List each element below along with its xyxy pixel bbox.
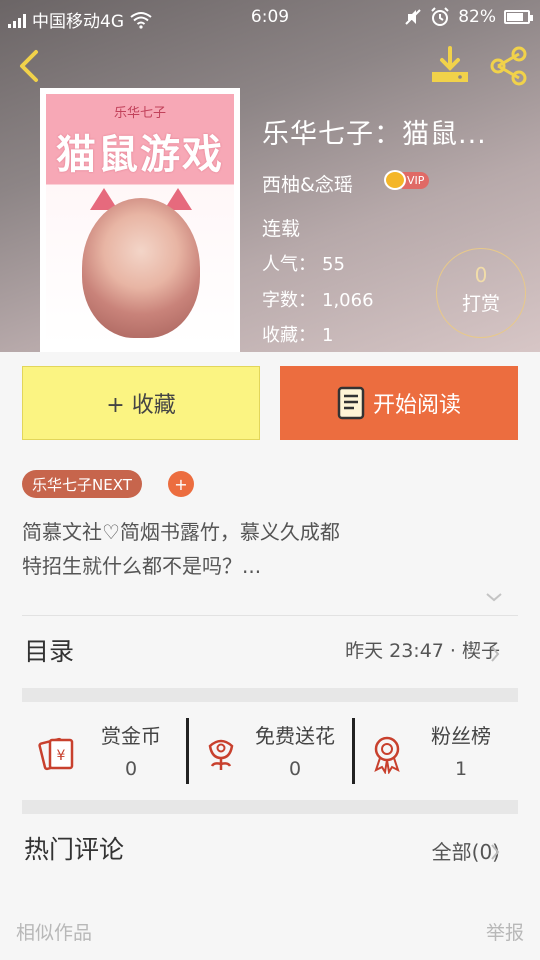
start-reading-label: 开始阅读 <box>372 393 461 418</box>
book-cover[interactable]: 乐华七子 猫鼠游戏 <box>40 88 240 352</box>
free-flower[interactable]: 免费送花 0 <box>188 716 352 786</box>
chevron-right-icon <box>491 646 500 662</box>
popularity-value: 55 <box>322 254 345 275</box>
favorites-value: 1 <box>322 325 334 346</box>
cover-art: 乐华七子 猫鼠游戏 <box>46 94 234 346</box>
share-icon[interactable] <box>488 46 530 86</box>
chevron-right-icon <box>491 844 500 860</box>
book-tag-label: 乐华七子NEXT <box>32 475 132 494</box>
status-bar: 中国移动4G 6:09 82% <box>0 0 540 38</box>
fan-ranking[interactable]: 粉丝榜 1 <box>354 716 518 786</box>
description-line-1: 简慕文社♡简烟书露竹，慕义久成都 <box>22 520 340 544</box>
medal-icon <box>374 736 400 774</box>
add-favorite-label: + 收藏 <box>106 393 176 418</box>
similar-works-link[interactable]: 相似作品 <box>16 918 92 945</box>
stat-label: 粉丝榜 <box>431 724 491 748</box>
reward-count: 0 <box>474 263 488 287</box>
add-tag-button[interactable]: + <box>168 471 194 497</box>
popularity-label: 人气： <box>262 254 316 275</box>
red-envelope-icon: ¥ <box>38 737 74 771</box>
word-count-label: 字数： <box>262 290 316 311</box>
stat-value: 0 <box>124 758 138 780</box>
cover-portrait <box>82 198 200 338</box>
alarm-icon <box>431 7 449 26</box>
back-arrow-icon[interactable] <box>12 44 48 88</box>
book-header: 中国移动4G 6:09 82% 乐华七子 猫鼠游戏 乐华七子：猫鼠... 西柚&… <box>0 0 540 352</box>
author-name[interactable]: 西柚&念瑶 <box>262 170 353 197</box>
reward-label: 打赏 <box>461 293 500 315</box>
status-right: 82% <box>404 7 533 27</box>
favorites-label: 收藏： <box>262 325 316 346</box>
add-favorite-button[interactable]: + 收藏 <box>22 366 260 440</box>
serial-status: 连载 <box>262 218 301 240</box>
plus-icon: + <box>174 474 188 494</box>
cover-title-text: 猫鼠游戏 <box>56 131 224 178</box>
word-count-row: 字数： 1,066 <box>262 286 374 312</box>
svg-text:¥: ¥ <box>57 748 66 764</box>
crown-icon <box>384 170 406 190</box>
flower-icon <box>208 739 234 770</box>
section-separator <box>22 800 518 814</box>
stat-label: 免费送花 <box>255 724 335 748</box>
book-description: 简慕文社♡简烟书露竹，慕义久成都 特招生就什么都不是吗？... <box>22 515 518 583</box>
battery-icon <box>504 10 533 24</box>
vip-badge: VIP <box>384 170 430 190</box>
popularity-row: 人气： 55 <box>262 250 345 276</box>
mute-icon <box>405 9 421 25</box>
start-reading-button[interactable]: 开始阅读 <box>280 366 518 440</box>
favorites-row: 收藏： 1 <box>262 321 333 347</box>
stat-label: 赏金币 <box>101 724 161 748</box>
reward-button[interactable]: 0 打赏 <box>436 248 526 338</box>
hot-comments-label: 热门评论 <box>24 835 125 864</box>
latest-chapter-info: 昨天 23:47 · 楔子 <box>345 640 500 662</box>
toc-label: 目录 <box>24 637 75 666</box>
stat-value: 0 <box>288 758 302 780</box>
book-icon <box>337 386 365 420</box>
download-icon[interactable] <box>428 44 472 86</box>
divider <box>22 615 518 616</box>
word-count-value: 1,066 <box>322 290 374 311</box>
book-tag[interactable]: 乐华七子NEXT <box>22 470 142 498</box>
vip-label: VIP <box>402 171 430 189</box>
book-title: 乐华七子：猫鼠... <box>262 119 487 150</box>
section-separator <box>22 688 518 702</box>
gold-coin-reward[interactable]: ¥ 赏金币 0 <box>24 716 188 786</box>
stat-value: 1 <box>454 758 468 780</box>
battery-percent: 82% <box>458 7 496 27</box>
cover-top-text: 乐华七子 <box>113 106 166 121</box>
report-link[interactable]: 举报 <box>486 918 524 945</box>
description-line-2: 特招生就什么都不是吗？... <box>22 554 262 578</box>
expand-chevron-icon[interactable] <box>484 590 504 604</box>
